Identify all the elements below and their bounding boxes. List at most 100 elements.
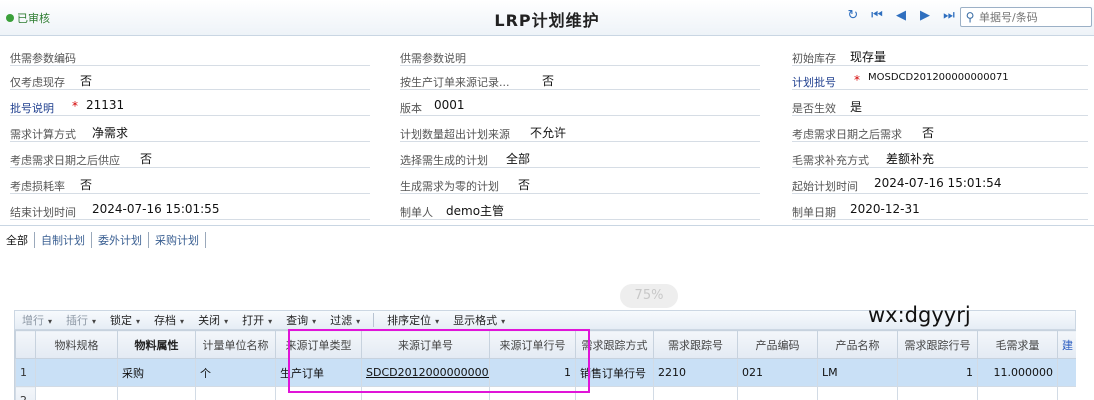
column-header-tracking-no[interactable]: 需求跟踪号 (653, 330, 738, 359)
cell-gross-demand[interactable] (977, 386, 1058, 400)
cell-unit-name[interactable]: 个 (195, 358, 276, 387)
field-value[interactable]: 2024-07-16 15:01:55 (92, 202, 219, 216)
open-button[interactable]: 打开 ▾ (235, 312, 279, 328)
field-value[interactable]: 否 (542, 72, 554, 89)
display-format-button[interactable]: 显示格式 ▾ (446, 312, 512, 328)
chevron-down-icon: ▾ (48, 317, 53, 326)
field-label: 仅考虑现存 (10, 76, 65, 89)
cell-tracking-no[interactable]: 2210 (653, 358, 738, 387)
column-header-cut[interactable]: 建 (1057, 330, 1076, 359)
cell-source-order-line[interactable] (489, 386, 576, 400)
next-record-icon[interactable]: ▶ (918, 8, 932, 23)
sort-locate-button[interactable]: 排序定位 ▾ (380, 312, 446, 328)
field-value[interactable]: 净需求 (92, 124, 128, 141)
field-value[interactable]: 否 (80, 72, 92, 89)
column-header-product-name[interactable]: 产品名称 (817, 330, 898, 359)
field-value[interactable]: 否 (922, 124, 934, 141)
column-header-tracking-line[interactable]: 需求跟踪行号 (897, 330, 978, 359)
query-button[interactable]: 查询 ▾ (279, 312, 323, 328)
cell-unit-name[interactable] (195, 386, 276, 400)
tab-purchase[interactable]: 采购计划 (149, 232, 206, 248)
field-creator: 制单人 demo主管 (400, 198, 760, 222)
filter-button[interactable]: 过滤 ▾ (323, 312, 367, 328)
search-icon[interactable]: ⚲ (961, 10, 979, 24)
column-header-material-spec[interactable]: 物料规格 (35, 330, 118, 359)
previous-record-icon[interactable]: ◀ (894, 8, 908, 23)
cell-source-order-line[interactable]: 1 (489, 358, 576, 387)
field-value[interactable]: MOSDCD201200000000071 (868, 72, 1009, 83)
field-value[interactable]: 否 (140, 150, 152, 167)
column-header-source-order-line[interactable]: 来源订单行号 (489, 330, 576, 359)
field-label: 考虑需求日期之后供应 (10, 154, 120, 167)
cell-material-spec[interactable] (35, 386, 118, 400)
field-value[interactable]: 2024-07-16 15:01:54 (874, 176, 1001, 190)
insert-row-button[interactable]: 插行 ▾ (59, 312, 103, 328)
cell-source-order-no[interactable]: SDCD20120000000007 (361, 358, 490, 387)
column-header-product-code[interactable]: 产品编码 (737, 330, 818, 359)
cell-extra[interactable] (1057, 358, 1076, 387)
close-button[interactable]: 关闭 ▾ (191, 312, 235, 328)
field-value[interactable]: 差额补充 (886, 150, 934, 167)
cell-product-name[interactable] (817, 386, 898, 400)
column-header-unit-name[interactable]: 计量单位名称 (195, 330, 276, 359)
column-header-source-order-no[interactable]: 来源订单号 (361, 330, 490, 359)
table-row[interactable]: 2 (15, 386, 1076, 400)
add-row-button[interactable]: 增行 ▾ (15, 312, 59, 328)
column-header-source-order-type[interactable]: 来源订单类型 (275, 330, 362, 359)
chevron-down-icon: ▾ (312, 317, 317, 326)
cell-tracking-line[interactable]: 1 (897, 358, 978, 387)
field-value[interactable]: 现存量 (850, 48, 886, 65)
column-header-material-attr[interactable]: 物料属性 (117, 330, 196, 359)
cell-gross-demand[interactable]: 11.000000 (977, 358, 1058, 387)
field-version: 版本 0001 (400, 94, 760, 118)
header-form: 供需参数编码 仅考虑现存 否 批号说明 * 21131 需求计算方式 净需求 考… (0, 36, 1094, 226)
chevron-down-icon: ▾ (136, 317, 141, 326)
archive-button[interactable]: 存档 ▾ (147, 312, 191, 328)
column-header-gross-demand[interactable]: 毛需求量 (977, 330, 1058, 359)
cell-source-order-type[interactable] (275, 386, 362, 400)
last-record-icon[interactable]: ⏭ (942, 8, 956, 23)
cell-product-code[interactable]: 021 (737, 358, 818, 387)
field-label: 按生产订单来源记录... (400, 76, 510, 89)
tab-outsourced[interactable]: 委外计划 (92, 232, 149, 248)
field-value[interactable]: demo主管 (446, 202, 504, 219)
cell-tracking-method[interactable] (575, 386, 654, 400)
tab-self-made[interactable]: 自制计划 (35, 232, 92, 248)
cell-tracking-method[interactable]: 销售订单行号 (575, 358, 654, 387)
cell-material-spec[interactable] (35, 358, 118, 387)
first-record-icon[interactable]: ⏮ (870, 8, 884, 23)
refresh-icon[interactable]: ↻ (846, 8, 860, 23)
cell-product-code[interactable] (737, 386, 818, 400)
field-value[interactable]: 否 (80, 176, 92, 193)
chevron-down-icon: ▾ (435, 317, 440, 326)
search-input[interactable] (979, 10, 1089, 24)
field-value[interactable]: 2020-12-31 (850, 202, 920, 216)
field-supply-after-demand-date: 考虑需求日期之后供应 否 (10, 146, 370, 170)
field-value[interactable]: 不允许 (530, 124, 566, 141)
column-header-tracking-method[interactable]: 需求跟踪方式 (575, 330, 654, 359)
field-mo-source-record: 按生产订单来源记录... 否 (400, 68, 760, 92)
field-zero-demand-plan: 生成需求为零的计划 否 (400, 172, 760, 196)
field-value[interactable]: 0001 (434, 98, 465, 112)
field-label: 计划批号 (792, 76, 836, 89)
tab-all[interactable]: 全部 (6, 232, 35, 248)
field-label: 考虑需求日期之后需求 (792, 128, 902, 141)
lock-button[interactable]: 锁定 ▾ (103, 312, 147, 328)
field-label: 制单日期 (792, 206, 836, 219)
cell-material-attr[interactable]: 采购 (117, 358, 196, 387)
record-navigation: ↻ ⏮ ◀ ▶ ⏭ (846, 8, 956, 23)
field-value[interactable]: 全部 (506, 150, 530, 167)
cell-tracking-line[interactable] (897, 386, 978, 400)
field-value[interactable]: 是 (850, 98, 862, 115)
cell-source-order-type[interactable]: 生产订单 (275, 358, 362, 387)
table-row[interactable]: 1 采购 个 生产订单 SDCD20120000000007 1 销售订单行号 … (15, 358, 1076, 387)
cell-source-order-no[interactable] (361, 386, 490, 400)
cell-tracking-no[interactable] (653, 386, 738, 400)
cell-product-name[interactable]: LM (817, 358, 898, 387)
cell-material-attr[interactable] (117, 386, 196, 400)
field-value[interactable]: 21131 (86, 98, 124, 112)
field-value[interactable]: 否 (518, 176, 530, 193)
cell-extra[interactable] (1057, 386, 1076, 400)
detail-table: 物料规格 物料属性 计量单位名称 来源订单类型 来源订单号 来源订单行号 需求跟… (15, 330, 1076, 400)
field-plan-qty-exceed: 计划数量超出计划来源 不允许 (400, 120, 760, 144)
